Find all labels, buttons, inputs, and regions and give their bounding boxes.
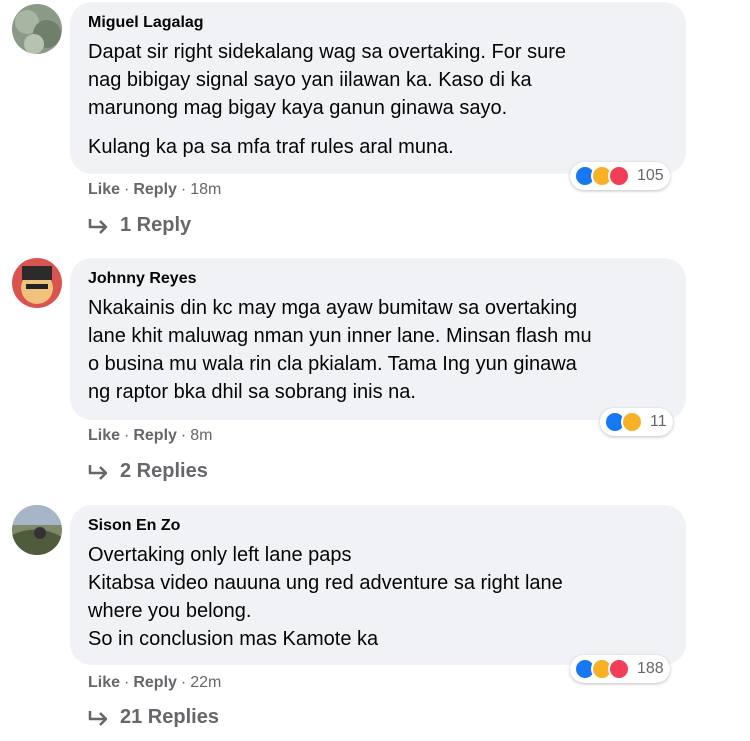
- comment-text-line: lane khit maluwag nman yun inner lane. M…: [88, 325, 592, 347]
- comment-timestamp[interactable]: 18m: [190, 181, 221, 198]
- reaction-count: 105: [637, 167, 664, 184]
- comment-bubble: Johnny Reyes Nkakainis din kc may mga ay…: [70, 258, 686, 420]
- love-icon: [608, 658, 630, 680]
- comment-text-line: o businа mu wala rin cla pkialam. Tama I…: [88, 353, 577, 375]
- comment-text-line: ng raptor bka dhil sa sobrang inis na.: [88, 381, 416, 403]
- reply-arrow-icon: [88, 218, 108, 234]
- reaction-summary[interactable]: 188: [570, 655, 670, 683]
- comment-text-line: Kulang ka pa sa mfa traf rules aral muna…: [88, 136, 454, 158]
- comment-timestamp[interactable]: 22m: [190, 674, 221, 691]
- view-replies-link[interactable]: 21 Replies: [88, 706, 219, 729]
- comment-author[interactable]: Miguel Lagalag: [88, 12, 668, 34]
- comment-actions: Like · Reply · 22m: [88, 674, 222, 691]
- comment-author[interactable]: Johnny Reyes: [88, 268, 668, 290]
- love-icon: [608, 165, 630, 187]
- like-button[interactable]: Like: [88, 181, 120, 198]
- view-replies-link[interactable]: 2 Replies: [88, 460, 208, 483]
- comment-text-line: marunong mag bigay kaya ganun ginawa say…: [88, 97, 508, 119]
- avatar[interactable]: [12, 4, 62, 54]
- comment-text-line: nag bibigay signal sayo yan iilawan ka. …: [88, 69, 532, 91]
- haha-icon: [621, 411, 643, 433]
- replies-count-label: 1 Reply: [120, 214, 192, 236]
- comment-actions: Like · Reply · 8m: [88, 427, 213, 444]
- reaction-count: 11: [650, 413, 667, 430]
- comment-text-line: So in conclusion mas Kamote ka: [88, 628, 379, 650]
- comment-author[interactable]: Sison En Zo: [88, 515, 668, 537]
- comment-timestamp[interactable]: 8m: [190, 427, 212, 444]
- comment-text-line: Nkakainis din kc may mga ayaw bumitaw sa…: [88, 297, 578, 319]
- comment-actions: Like · Reply · 18m: [88, 181, 222, 198]
- reply-arrow-icon: [88, 464, 108, 480]
- reply-button[interactable]: Reply: [133, 674, 177, 691]
- reply-arrow-icon: [88, 710, 108, 726]
- comment-text-line: where you belong.: [88, 600, 252, 622]
- comment-bubble: Miguel Lagalag Dapat sir right sidekalan…: [70, 2, 686, 174]
- comment-text-line: Overtaking only left lane paps: [88, 544, 352, 566]
- comment-bubble: Sison En Zo Overtaking only left lane pa…: [70, 505, 686, 665]
- view-replies-link[interactable]: 1 Reply: [88, 214, 191, 237]
- like-button[interactable]: Like: [88, 674, 120, 691]
- reply-button[interactable]: Reply: [133, 181, 177, 198]
- comment-text-line: Dapat sir right sidekalang wag sa overta…: [88, 41, 567, 63]
- reaction-summary[interactable]: 105: [570, 162, 670, 190]
- reaction-count: 188: [637, 660, 664, 677]
- reply-button[interactable]: Reply: [133, 427, 177, 444]
- reaction-summary[interactable]: 11: [600, 408, 673, 436]
- replies-count-label: 21 Replies: [120, 706, 219, 728]
- avatar[interactable]: [12, 258, 62, 308]
- comment-text-line: Kitabsa video nauuna ung red adventure s…: [88, 572, 563, 594]
- replies-count-label: 2 Replies: [120, 460, 208, 482]
- avatar[interactable]: [12, 505, 62, 555]
- like-button[interactable]: Like: [88, 427, 120, 444]
